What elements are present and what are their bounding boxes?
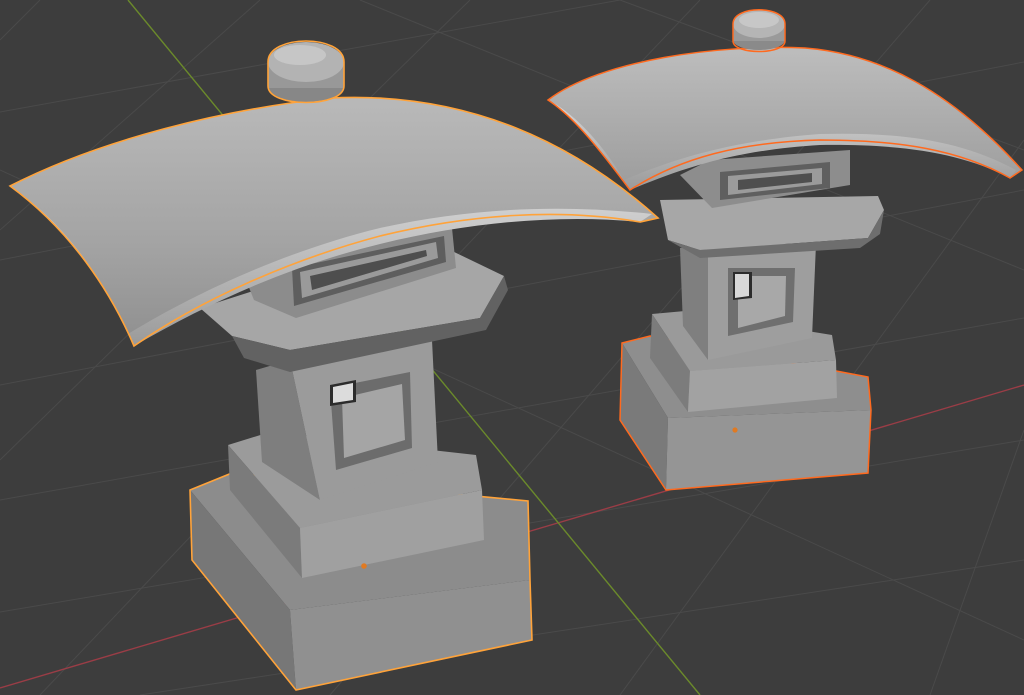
lantern-front-finial [267, 40, 345, 104]
stone-lantern-back[interactable] [546, 9, 1024, 491]
lantern-back-finial [732, 9, 786, 53]
lantern-back-origin-marker [732, 427, 738, 433]
lantern-back-firebox-base [660, 196, 884, 258]
lantern-front-origin-marker [361, 563, 367, 569]
stone-lantern-front[interactable] [8, 40, 660, 691]
3d-viewport[interactable] [0, 0, 1024, 695]
